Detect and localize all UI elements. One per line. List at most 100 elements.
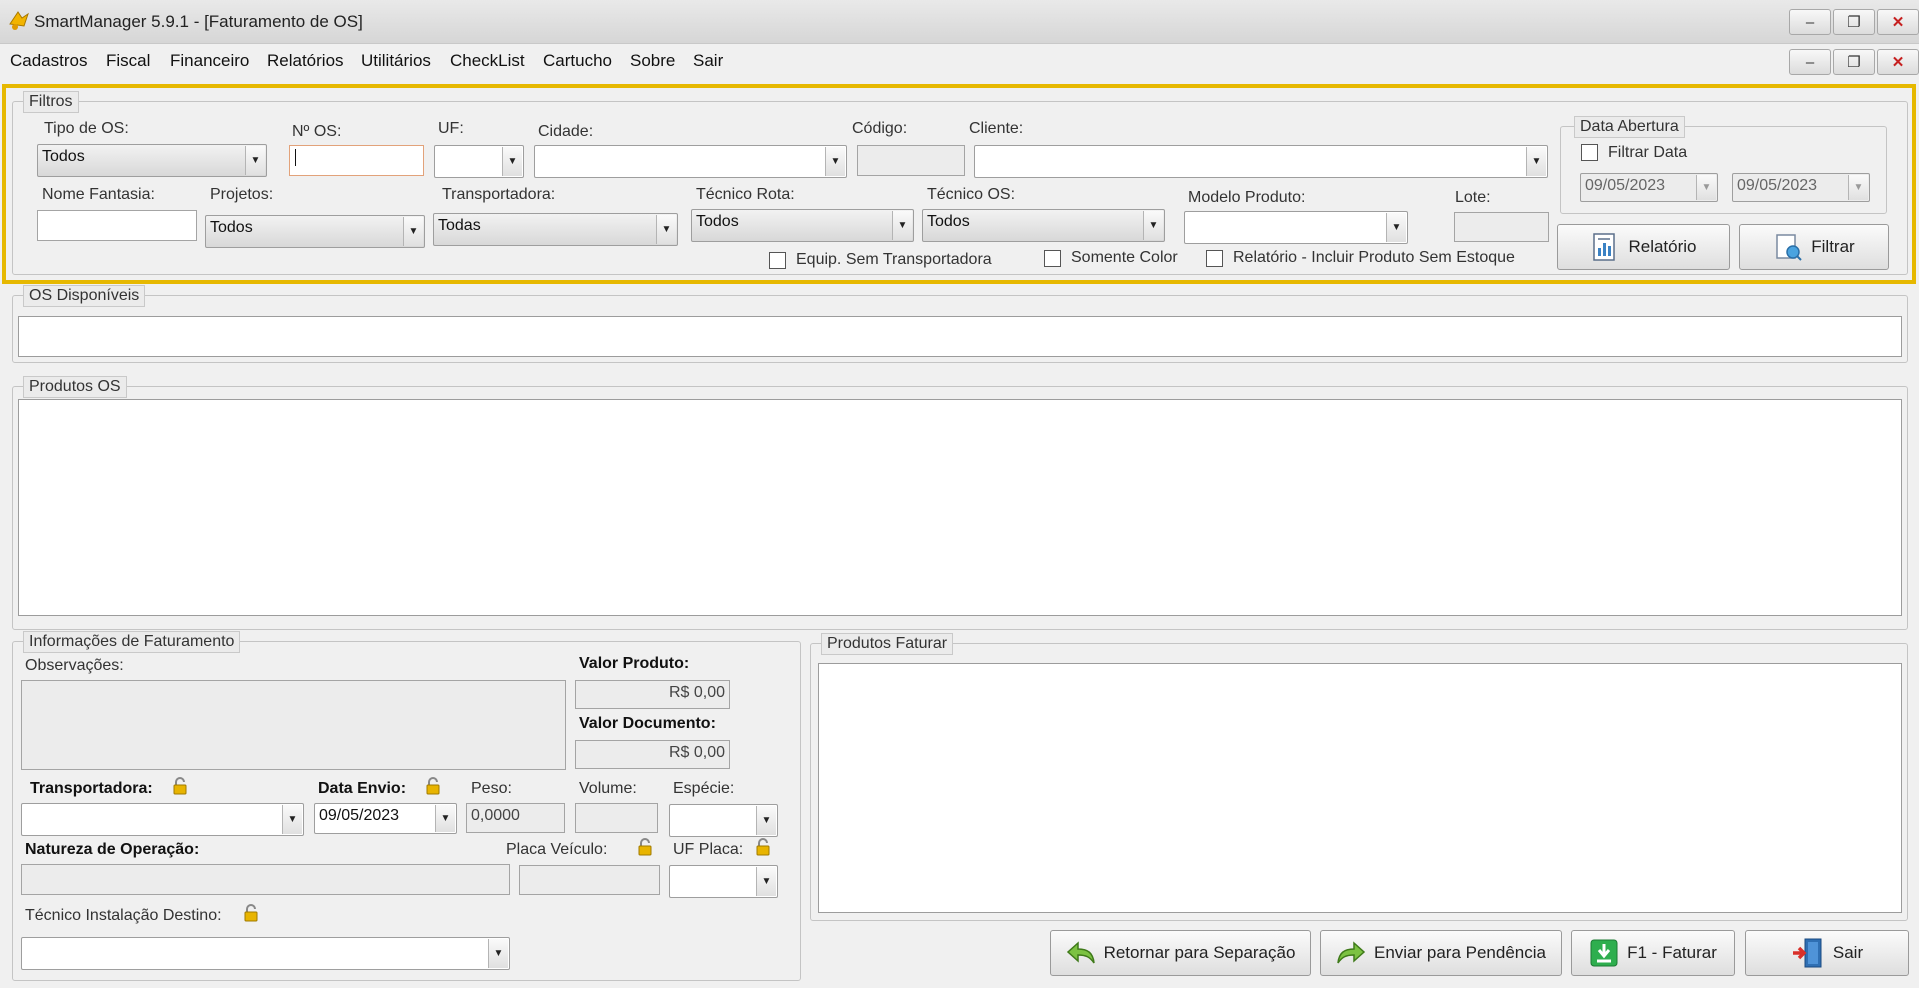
chevron-down-icon: ▼ [756,867,776,896]
data-abertura-ate-picker[interactable]: 09/05/2023 ▼ [1732,173,1870,202]
modelo-produto-select[interactable]: ▼ [1184,211,1408,244]
projetos-select[interactable]: Todos ▼ [205,215,425,248]
placa-veiculo-input[interactable] [519,865,660,895]
chevron-down-icon: ▼ [1143,211,1163,240]
chevron-down-icon: ▼ [825,147,845,176]
natureza-operacao-label: Natureza de Operação: [25,841,200,858]
chevron-down-icon: ▼ [403,217,423,246]
filtrar-data-checkbox[interactable] [1581,144,1598,161]
chevron-down-icon: ▼ [435,805,455,832]
modelo-produto-label: Modelo Produto: [1188,189,1306,206]
transportadora-select[interactable]: Todas ▼ [433,213,678,246]
produtos-faturar-legend: Produtos Faturar [821,633,954,655]
observacoes-textarea[interactable] [21,680,566,770]
exit-door-icon [1792,938,1822,968]
menu-cartucho[interactable]: Cartucho [543,51,612,71]
menu-bar: Cadastros Fiscal Financeiro Relatórios U… [0,44,1919,79]
somente-color-label: Somente Color [1071,249,1178,266]
equip-sem-transportadora-label: Equip. Sem Transportadora [796,251,992,268]
lote-label: Lote: [1455,189,1491,206]
uf-placa-label: UF Placa: [673,841,744,858]
lock-icon[interactable] [637,838,653,856]
menu-utilitarios[interactable]: Utilitários [361,51,431,71]
menu-relatorios[interactable]: Relatórios [267,51,344,71]
menu-sobre[interactable]: Sobre [630,51,675,71]
close-icon: ✕ [1891,54,1905,71]
observacoes-label: Observações: [25,657,124,674]
uf-placa-select[interactable]: ▼ [669,865,778,898]
incluir-sem-estoque-checkbox[interactable] [1206,250,1223,267]
nome-fantasia-input[interactable] [37,210,197,241]
os-disponiveis-legend: OS Disponíveis [23,285,146,307]
lock-icon[interactable] [243,904,259,922]
lock-icon[interactable] [425,777,441,795]
chevron-down-icon: ▼ [502,147,522,176]
placa-veiculo-label: Placa Veículo: [506,841,608,858]
lock-icon[interactable] [172,777,188,795]
window-title: SmartManager 5.9.1 - [Faturamento de OS] [34,12,363,31]
chevron-down-icon: ▼ [656,215,676,244]
close-button[interactable]: ✕ [1877,9,1919,35]
cliente-select[interactable]: ▼ [974,145,1548,178]
data-abertura-legend: Data Abertura [1574,116,1685,138]
menu-sair[interactable]: Sair [693,51,723,71]
chevron-down-icon: ▼ [756,806,776,835]
tecnico-instalacao-select[interactable]: ▼ [21,937,510,970]
transportadora-fat-select[interactable]: ▼ [21,803,304,836]
tipo-os-select[interactable]: Todos ▼ [37,144,267,177]
num-os-label: Nº OS: [292,123,342,140]
produtos-faturar-grid[interactable] [818,663,1902,913]
retornar-separacao-button[interactable]: Retornar para Separação [1050,930,1311,976]
produtos-os-grid[interactable] [18,399,1902,616]
menu-financeiro[interactable]: Financeiro [170,51,249,71]
filter-icon [1776,234,1802,261]
mdi-close-button[interactable]: ✕ [1877,49,1919,75]
cidade-select[interactable]: ▼ [534,145,847,178]
equip-sem-transportadora-checkbox[interactable] [769,252,786,269]
filtros-legend: Filtros [23,91,79,113]
faturar-button[interactable]: F1 - Faturar [1571,930,1735,976]
app-logo-icon [9,11,29,30]
mdi-restore-button[interactable]: ❐ [1833,49,1875,75]
window-controls: – ❐ ✕ [1789,9,1919,35]
uf-select[interactable]: ▼ [434,145,524,178]
filtrar-data-label: Filtrar Data [1608,144,1688,161]
undo-arrow-icon [1066,941,1095,964]
transportadora-label: Transportadora: [442,186,556,203]
valor-documento-label: Valor Documento: [579,715,716,732]
enviar-pendencia-button[interactable]: Enviar para Pendência [1320,930,1562,976]
tipo-os-label: Tipo de OS: [44,120,129,137]
relatorio-button[interactable]: Relatório [1557,224,1730,270]
tecnico-rota-select[interactable]: Todos ▼ [691,209,914,242]
menu-cadastros[interactable]: Cadastros [10,51,87,71]
restore-button[interactable]: ❐ [1833,9,1875,35]
somente-color-checkbox[interactable] [1044,250,1061,267]
menu-checklist[interactable]: CheckList [450,51,525,71]
minimize-button[interactable]: – [1789,9,1831,35]
especie-label: Espécie: [673,780,735,797]
volume-input[interactable] [575,803,658,833]
lock-icon[interactable] [755,838,771,856]
data-abertura-de-picker[interactable]: 09/05/2023 ▼ [1580,173,1718,202]
filtrar-button[interactable]: Filtrar [1739,224,1889,270]
produtos-os-legend: Produtos OS [23,376,127,398]
chevron-down-icon: ▼ [1696,175,1716,200]
mdi-minimize-button[interactable]: – [1789,49,1831,75]
uf-label: UF: [438,120,464,137]
mdi-window-controls: – ❐ ✕ [1789,49,1919,75]
sair-button[interactable]: Sair [1745,930,1909,976]
especie-select[interactable]: ▼ [669,804,778,837]
tecnico-os-select[interactable]: Todos ▼ [922,209,1165,242]
natureza-operacao-input[interactable] [21,864,510,895]
restore-icon: ❐ [1847,54,1861,71]
data-envio-picker[interactable]: 09/05/2023 ▼ [314,803,457,834]
menu-fiscal[interactable]: Fiscal [106,51,150,71]
os-disponiveis-grid[interactable] [18,316,1902,357]
num-os-input[interactable] [289,145,424,176]
peso-input[interactable]: 0,0000 [466,803,565,833]
title-bar: SmartManager 5.9.1 - [Faturamento de OS]… [0,0,1919,44]
lote-input[interactable] [1454,212,1549,242]
codigo-input[interactable] [857,145,965,176]
cidade-label: Cidade: [538,123,594,140]
valor-documento-field: R$ 0,00 [575,740,730,769]
